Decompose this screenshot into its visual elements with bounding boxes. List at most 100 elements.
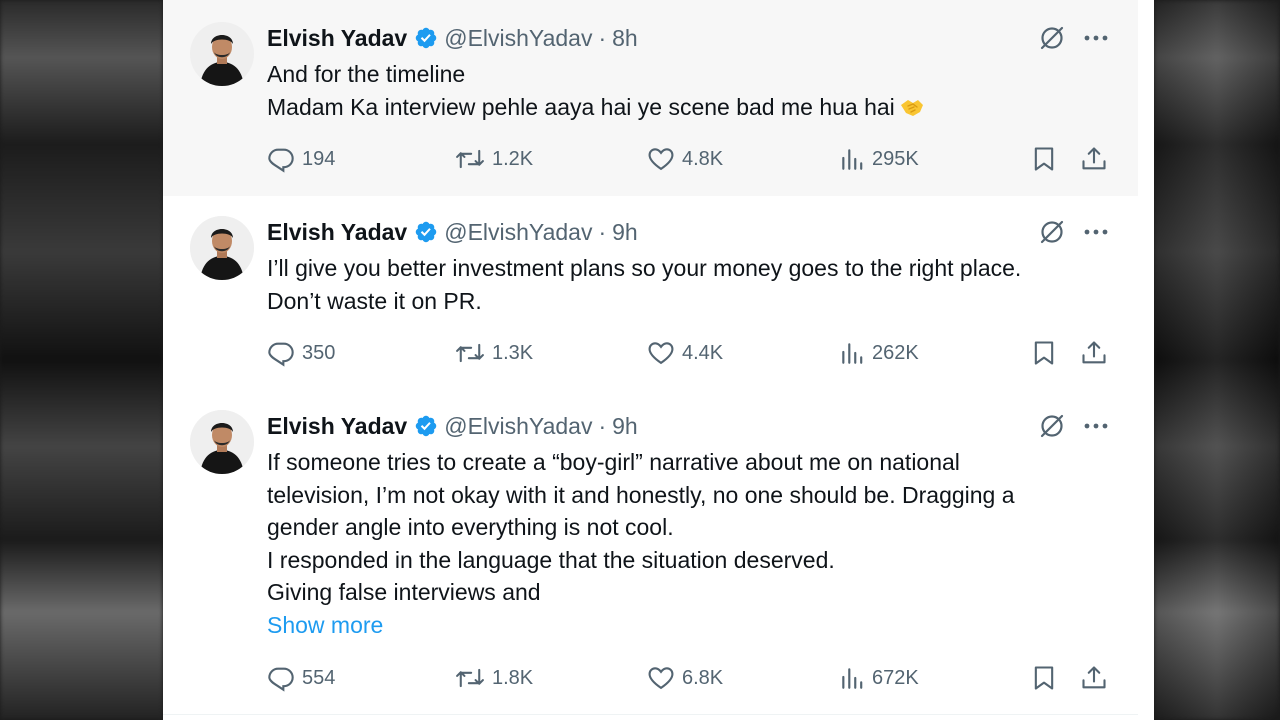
share-icon (1082, 666, 1106, 689)
verified-badge-icon (414, 414, 438, 438)
tweet-timestamp[interactable]: 9h (612, 413, 638, 440)
reply-icon (268, 342, 294, 367)
tweet-actions: 350 1.3K 4.4K 262K (267, 338, 1117, 368)
like-icon (648, 667, 674, 690)
tweet-timestamp[interactable]: 8h (612, 25, 638, 52)
feed-right-edge (1138, 0, 1154, 720)
reply-button[interactable]: 194 (267, 144, 335, 174)
retweet-count: 1.8K (492, 666, 534, 689)
retweet-button[interactable]: 1.3K (455, 338, 533, 368)
share-button[interactable] (1080, 338, 1115, 368)
retweet-icon (456, 668, 484, 688)
retweet-button[interactable]: 1.8K (455, 663, 533, 693)
retweet-count: 1.3K (492, 341, 534, 364)
more-icon[interactable] (1083, 413, 1109, 439)
views-icon (842, 668, 863, 689)
bookmark-icon (1034, 341, 1054, 365)
tweet-line: I responded in the language that the sit… (267, 546, 835, 573)
tweet-header: Elvish Yadav @ElvishYadav · 9h (267, 218, 638, 246)
more-icon[interactable] (1083, 25, 1109, 51)
like-count: 6.8K (682, 666, 724, 689)
verified-badge-icon (414, 220, 438, 244)
tweet-header: Elvish Yadav @ElvishYadav · 8h (267, 24, 638, 52)
tweet-line: Don’t waste it on PR. (267, 287, 482, 314)
grok-icon[interactable] (1039, 413, 1065, 439)
background-blur-left (0, 0, 163, 720)
separator-dot: · (598, 412, 607, 439)
retweet-icon (456, 343, 484, 363)
views-icon (842, 149, 863, 170)
timeline-feed: Elvish Yadav @ElvishYadav · 8h And for t… (163, 0, 1154, 720)
retweet-button[interactable]: 1.2K (455, 144, 533, 174)
views-icon (842, 343, 863, 364)
views-button[interactable]: 295K (839, 144, 919, 174)
views-button[interactable]: 672K (839, 663, 919, 693)
reply-button[interactable]: 554 (267, 663, 335, 693)
retweet-count: 1.2K (492, 147, 534, 170)
like-icon (648, 148, 674, 171)
reply-button[interactable]: 350 (267, 338, 335, 368)
background-blur-right (1154, 0, 1280, 720)
like-icon (648, 342, 674, 365)
like-count: 4.4K (682, 341, 724, 364)
author-handle[interactable]: @ElvishYadav (444, 25, 592, 52)
tweet-line: television, I’m not okay with it and hon… (267, 481, 1015, 508)
view-count: 262K (872, 341, 919, 364)
tweet-line: If someone tries to create a “boy-girl” … (267, 449, 960, 475)
separator-dot: · (598, 24, 607, 51)
share-icon (1082, 147, 1106, 170)
share-button[interactable] (1080, 144, 1115, 174)
reply-count: 350 (302, 341, 336, 364)
bookmark-icon (1034, 147, 1054, 171)
bookmark-button[interactable] (1030, 663, 1065, 693)
like-count: 4.8K (682, 147, 724, 170)
tweet-line: Madam Ka interview pehle aaya hai ye sce… (267, 93, 895, 120)
bookmark-button[interactable] (1030, 144, 1065, 174)
avatar[interactable] (190, 410, 254, 474)
show-more-link[interactable]: Show more (267, 609, 383, 642)
like-button[interactable]: 4.4K (647, 338, 723, 368)
author-handle[interactable]: @ElvishYadav (444, 219, 592, 246)
reply-icon (268, 667, 294, 692)
tweet-actions: 194 1.2K 4.8K 295K (267, 144, 1117, 174)
tweet-line: I’ll give you better investment plans so… (267, 255, 1022, 281)
tweet-2[interactable]: Elvish Yadav @ElvishYadav · 9h I’ll give… (163, 196, 1138, 391)
tweet-header: Elvish Yadav @ElvishYadav · 9h (267, 412, 638, 440)
views-button[interactable]: 262K (839, 338, 919, 368)
like-button[interactable]: 4.8K (647, 144, 723, 174)
grok-icon[interactable] (1039, 25, 1065, 51)
tweet-timestamp[interactable]: 9h (612, 219, 638, 246)
tweet-text: I’ll give you better investment plans so… (267, 252, 1107, 317)
tweet-line-with-emoji: Madam Ka interview pehle aaya hai ye sce… (267, 91, 1107, 128)
separator-dot: · (598, 218, 607, 245)
view-count: 672K (872, 666, 919, 689)
avatar[interactable] (190, 22, 254, 86)
author-handle[interactable]: @ElvishYadav (444, 413, 592, 440)
avatar[interactable] (190, 216, 254, 280)
share-button[interactable] (1080, 663, 1115, 693)
reply-icon (268, 148, 294, 173)
share-icon (1082, 341, 1106, 364)
handshake-emoji-icon (899, 95, 925, 128)
tweet-3[interactable]: Elvish Yadav @ElvishYadav · 9h If someon… (163, 390, 1138, 715)
view-count: 295K (872, 147, 919, 170)
tweet-1[interactable]: Elvish Yadav @ElvishYadav · 8h And for t… (163, 0, 1138, 197)
tweet-actions: 554 1.8K 6.8K 672K (267, 663, 1117, 693)
tweet-text: If someone tries to create a “boy-girl” … (267, 446, 1107, 641)
grok-icon[interactable] (1039, 219, 1065, 245)
retweet-icon (456, 149, 484, 169)
bookmark-button[interactable] (1030, 338, 1065, 368)
bookmark-icon (1034, 666, 1054, 690)
tweet-line: gender angle into everything is not cool… (267, 514, 674, 540)
tweet-line: Giving false interviews and (267, 579, 541, 605)
author-name[interactable]: Elvish Yadav (267, 413, 407, 440)
reply-count: 554 (302, 666, 336, 689)
author-name[interactable]: Elvish Yadav (267, 25, 407, 52)
more-icon[interactable] (1083, 219, 1109, 245)
author-name[interactable]: Elvish Yadav (267, 219, 407, 246)
tweet-text: And for the timeline Madam Ka interview … (267, 58, 1107, 127)
verified-badge-icon (414, 26, 438, 50)
tweet-line: And for the timeline (267, 61, 466, 87)
reply-count: 194 (302, 147, 336, 170)
like-button[interactable]: 6.8K (647, 663, 723, 693)
